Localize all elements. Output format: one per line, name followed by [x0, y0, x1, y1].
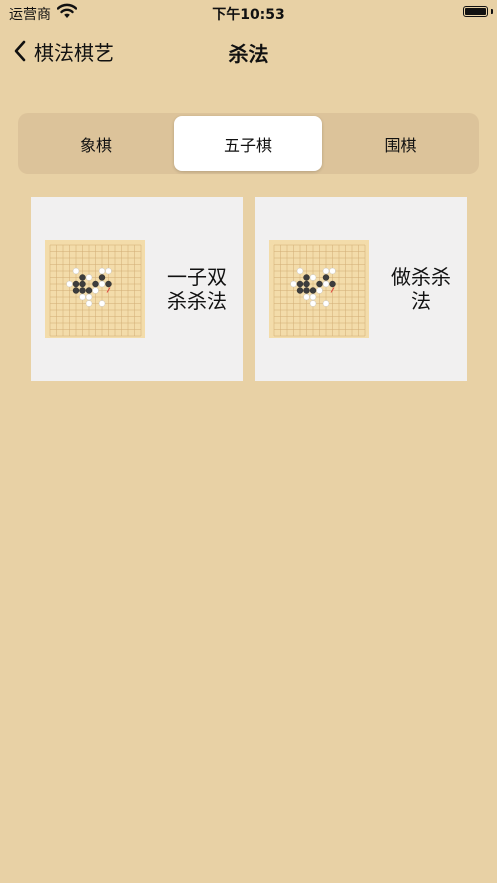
white-stone — [85, 300, 93, 307]
white-stone — [72, 267, 80, 275]
white-stone — [98, 300, 106, 307]
black-stone — [322, 274, 330, 281]
white-stone — [296, 267, 304, 275]
black-stone — [79, 274, 86, 281]
black-stone — [296, 287, 304, 294]
black-stone — [72, 280, 80, 288]
white-stone — [322, 267, 330, 275]
black-stone — [98, 274, 106, 281]
white-stone — [79, 293, 86, 301]
black-stone — [303, 274, 310, 281]
black-stone — [79, 280, 86, 288]
black-stone — [303, 280, 310, 288]
white-stone — [85, 274, 93, 281]
white-stone — [309, 293, 317, 301]
chevron-left-icon — [14, 40, 26, 62]
white-stone — [66, 280, 73, 288]
black-stone — [72, 287, 80, 294]
category-segmented-control: 象棋 五子棋 围棋 — [18, 113, 479, 174]
black-stone — [92, 280, 99, 288]
navigation-bar: 棋法棋艺 杀法 — [0, 26, 497, 76]
black-stone — [296, 280, 304, 288]
white-stone — [98, 280, 106, 288]
black-stone — [79, 287, 86, 294]
white-stone — [105, 267, 112, 275]
white-stone — [329, 267, 336, 275]
black-stone — [85, 287, 93, 294]
white-stone — [92, 287, 99, 294]
back-button[interactable]: 棋法棋艺 — [12, 36, 114, 66]
technique-card-2[interactable]: 做杀杀法 — [255, 197, 467, 381]
black-stone — [309, 287, 317, 294]
technique-card-title: 做杀杀法 — [391, 265, 451, 313]
white-stone — [309, 274, 317, 281]
white-stone — [303, 293, 310, 301]
technique-card-1[interactable]: 一子双杀杀法 — [31, 197, 243, 381]
black-stone — [105, 280, 112, 288]
white-stone — [290, 280, 297, 288]
status-bar: 运营商 下午10:53 — [0, 0, 497, 26]
gomoku-board-thumbnail — [45, 240, 145, 338]
white-stone — [322, 280, 330, 288]
black-stone — [316, 280, 323, 288]
back-button-label: 棋法棋艺 — [34, 40, 114, 65]
white-stone — [316, 287, 323, 294]
gomoku-board-thumbnail — [269, 240, 369, 338]
battery-tip — [491, 9, 493, 14]
technique-card-title: 一子双杀杀法 — [167, 265, 227, 313]
battery-icon — [463, 6, 488, 17]
status-time: 下午10:53 — [212, 7, 285, 23]
black-stone — [303, 287, 310, 294]
black-stone — [329, 280, 336, 288]
white-stone — [85, 293, 93, 301]
white-stone — [309, 300, 317, 307]
segment-xiangqi[interactable]: 象棋 — [21, 116, 171, 171]
segment-weiqi[interactable]: 围棋 — [325, 116, 476, 171]
white-stone — [98, 267, 106, 275]
white-stone — [322, 300, 330, 307]
segment-gomoku[interactable]: 五子棋 — [174, 116, 322, 171]
